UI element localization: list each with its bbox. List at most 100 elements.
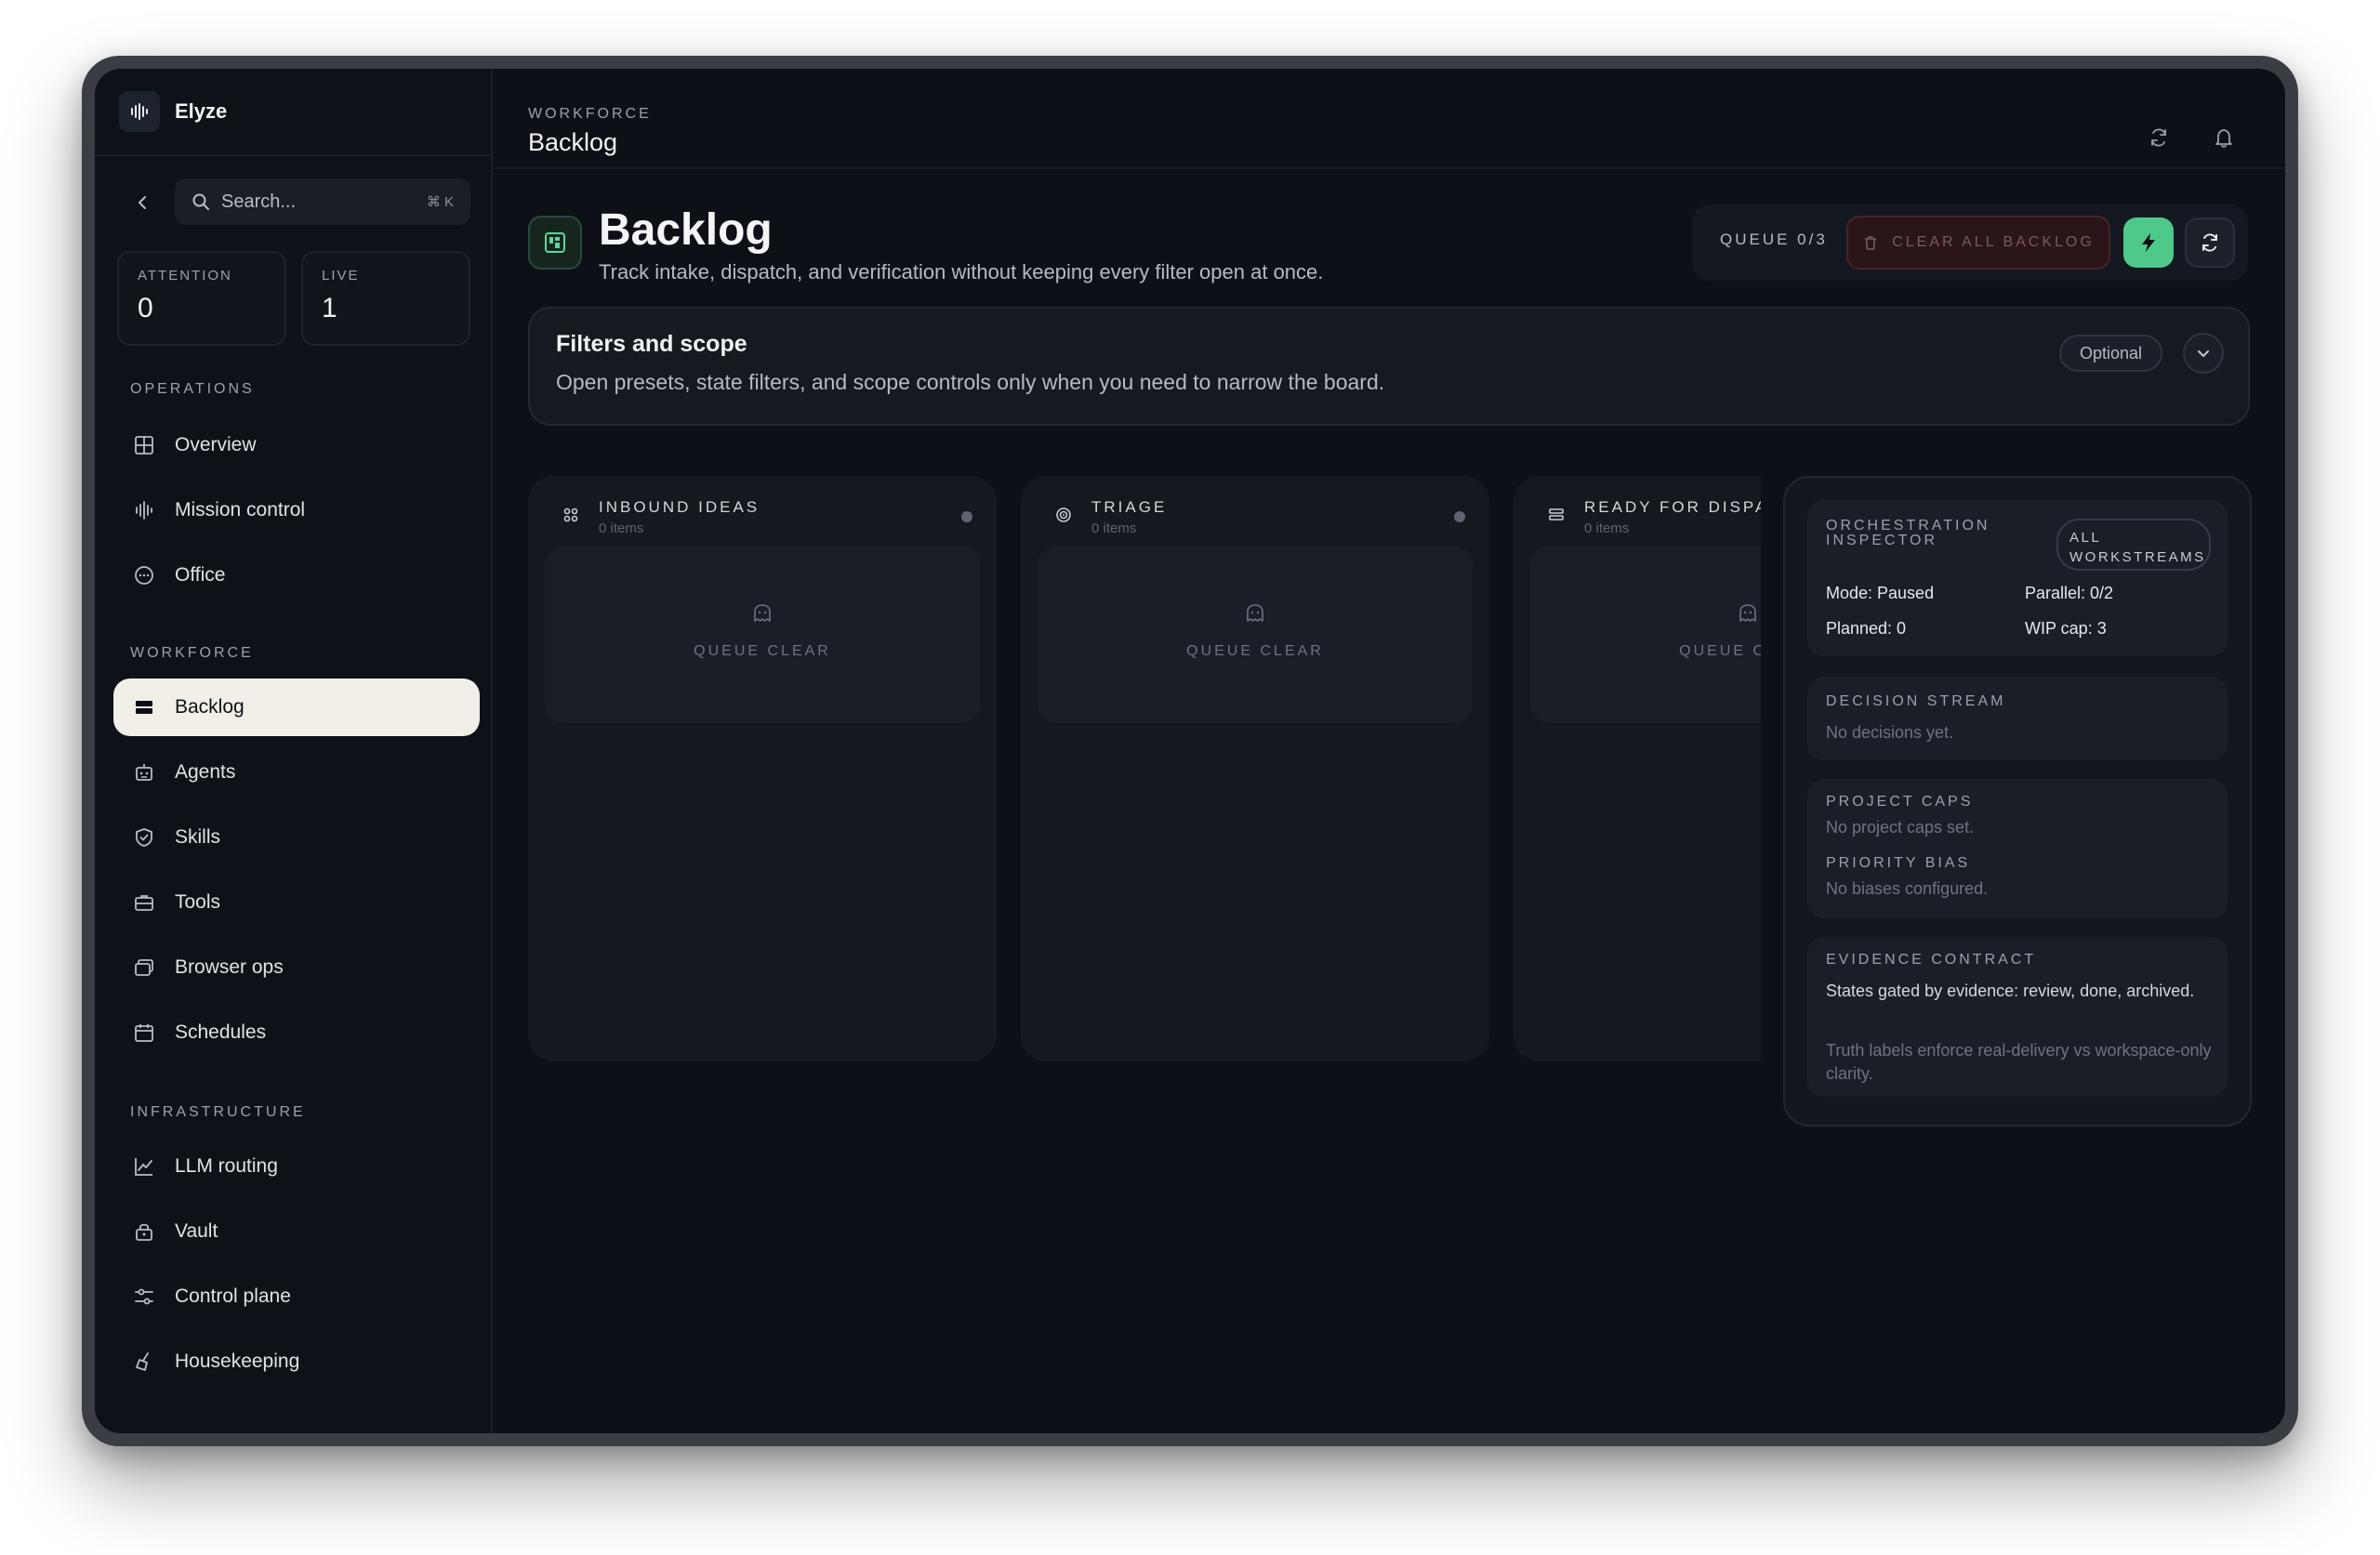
sidebar-item-label: Office [175,564,226,586]
decision-stream-empty: No decisions yet. [1826,723,1954,742]
empty-label: QUEUE CLEAR [1679,643,1761,659]
priority-bias-title: PRIORITY BIAS [1826,855,1971,871]
more-circle-icon [132,563,156,587]
filters-panel: Filters and scope Open presets, state fi… [528,307,2250,426]
queue-status: QUEUE 0/3 [1720,231,1828,248]
sidebar-item-label: Housekeeping [175,1351,300,1372]
refresh-icon [2202,233,2217,252]
search-placeholder: Search... [221,191,297,212]
priority-bias-empty: No biases configured. [1826,879,1989,898]
list-icon [132,695,156,719]
grid-icon [132,433,156,457]
column-ready-for-dispatch: READY FOR DISPATCH 0 items QUEUE CLEAR [1514,476,1761,1061]
browser-window-icon [132,955,156,980]
sliders-icon [132,1285,156,1309]
column-inbound-ideas: INBOUND IDEAS 0 items QUEUE CLEAR [528,476,997,1061]
bell-icon[interactable] [2205,119,2242,156]
stack-icon [1545,504,1567,526]
sidebar-item-housekeeping[interactable]: Housekeeping [113,1333,480,1390]
breadcrumb-title: Backlog [528,128,618,156]
sidebar: Elyze Search... ⌘ K ATTENTION 0 LIVE 1 O… [95,69,493,1433]
refresh-button[interactable] [2185,217,2235,268]
column-header: READY FOR DISPATCH 0 items [1536,491,1761,539]
column-count: 0 items [599,521,644,536]
sidebar-item-label: Tools [175,891,221,913]
sidebar-item-label: Overview [175,434,257,455]
decision-stream-title: DECISION STREAM [1826,693,2006,709]
column-count: 0 items [1584,521,1630,536]
mode-value: Mode: Paused [1826,584,1935,602]
stat-attention[interactable]: ATTENTION 0 [117,251,286,346]
status-dot [1454,511,1465,522]
clear-all-label: CLEAR ALL BACKLOG [1892,234,2095,250]
empty-state: QUEUE CLEAR [1038,547,1473,723]
search-shortcut: ⌘ K [426,194,454,210]
filters-title: Filters and scope [556,331,747,357]
caps-card: PROJECT CAPS No project caps set. PRIORI… [1807,779,2228,918]
status-dot [961,511,972,522]
sidebar-item-browser-ops[interactable]: Browser ops [113,939,480,996]
section-title-workforce: WORKFORCE [130,645,254,661]
inspector-card: ORCHESTRATION INSPECTOR ALL WORKSTREAMS … [1807,500,2228,656]
sidebar-item-control-plane[interactable]: Control plane [113,1268,480,1325]
ghost-icon [751,602,774,629]
stat-value: 1 [322,293,337,323]
sidebar-item-label: Vault [175,1220,218,1242]
sidebar-item-tools[interactable]: Tools [113,874,480,931]
column-name: INBOUND IDEAS [599,498,760,516]
sidebar-item-label: Browser ops [175,956,284,978]
waveform-icon [132,498,156,522]
kanban-icon [528,216,582,270]
search-icon [192,193,209,210]
workstreams-button[interactable]: ALL WORKSTREAMS [2056,519,2211,571]
trash-icon [1865,236,1877,250]
sidebar-item-llm-routing[interactable]: LLM routing [113,1138,480,1195]
sidebar-item-overview[interactable]: Overview [113,416,480,474]
broom-icon [132,1350,156,1374]
sidebar-item-agents[interactable]: Agents [113,744,480,801]
sidebar-item-backlog[interactable]: Backlog [113,679,480,736]
line-chart-icon [132,1154,156,1179]
column-name: TRIAGE [1091,498,1168,516]
sidebar-item-office[interactable]: Office [113,547,480,604]
brand[interactable]: Elyze [119,89,227,134]
parallel-value: Parallel: 0/2 [2025,584,2114,602]
queue-toolbar: QUEUE 0/3 CLEAR ALL BACKLOG [1692,204,2248,281]
sidebar-item-label: LLM routing [175,1155,278,1177]
optional-badge: Optional [2058,335,2162,372]
sidebar-item-mission-control[interactable]: Mission control [113,481,480,539]
empty-state: QUEUE CLEAR [545,547,980,723]
page-subtitle: Track intake, dispatch, and verification… [599,260,1324,283]
stat-live[interactable]: LIVE 1 [301,251,470,346]
clear-all-backlog-button[interactable]: CLEAR ALL BACKLOG [1846,216,2110,270]
orchestration-inspector: ORCHESTRATION INSPECTOR ALL WORKSTREAMS … [1783,476,2252,1127]
calendar-icon [132,1021,156,1045]
target-icon [1052,504,1075,526]
sidebar-item-schedules[interactable]: Schedules [113,1004,480,1061]
evidence-contract-title: EVIDENCE CONTRACT [1826,952,2037,968]
toolbox-icon [132,890,156,915]
waveform-logo-icon [119,91,160,132]
evidence-contract-note: Truth labels enforce real-delivery vs wo… [1826,1041,2212,1083]
breadcrumb-section: WORKFORCE [528,106,652,122]
column-header: TRIAGE 0 items [1043,491,1467,539]
shield-check-icon [132,825,156,850]
project-caps-empty: No project caps set. [1826,818,1975,837]
column-count: 0 items [1091,521,1137,536]
topbar: WORKFORCE Backlog [491,69,2285,169]
sidebar-item-vault[interactable]: Vault [113,1203,480,1260]
column-name: READY FOR DISPATCH [1584,498,1761,516]
dispatch-button[interactable] [2123,217,2174,268]
back-chevron-icon[interactable] [128,188,158,217]
divider [95,154,491,156]
evidence-contract-card: EVIDENCE CONTRACT States gated by eviden… [1807,937,2228,1097]
stat-label: ATTENTION [138,268,232,283]
device-frame: Elyze Search... ⌘ K ATTENTION 0 LIVE 1 O… [82,56,2298,1446]
sidebar-item-skills[interactable]: Skills [113,809,480,866]
app-name: Elyze [175,99,228,123]
sync-icon[interactable] [2140,119,2177,156]
search-input[interactable]: Search... ⌘ K [175,178,470,225]
page-title: Backlog [599,205,773,255]
expand-filters-button[interactable] [2183,333,2224,374]
kanban-board: INBOUND IDEAS 0 items QUEUE CLEAR TRIAGE… [528,476,1761,1061]
